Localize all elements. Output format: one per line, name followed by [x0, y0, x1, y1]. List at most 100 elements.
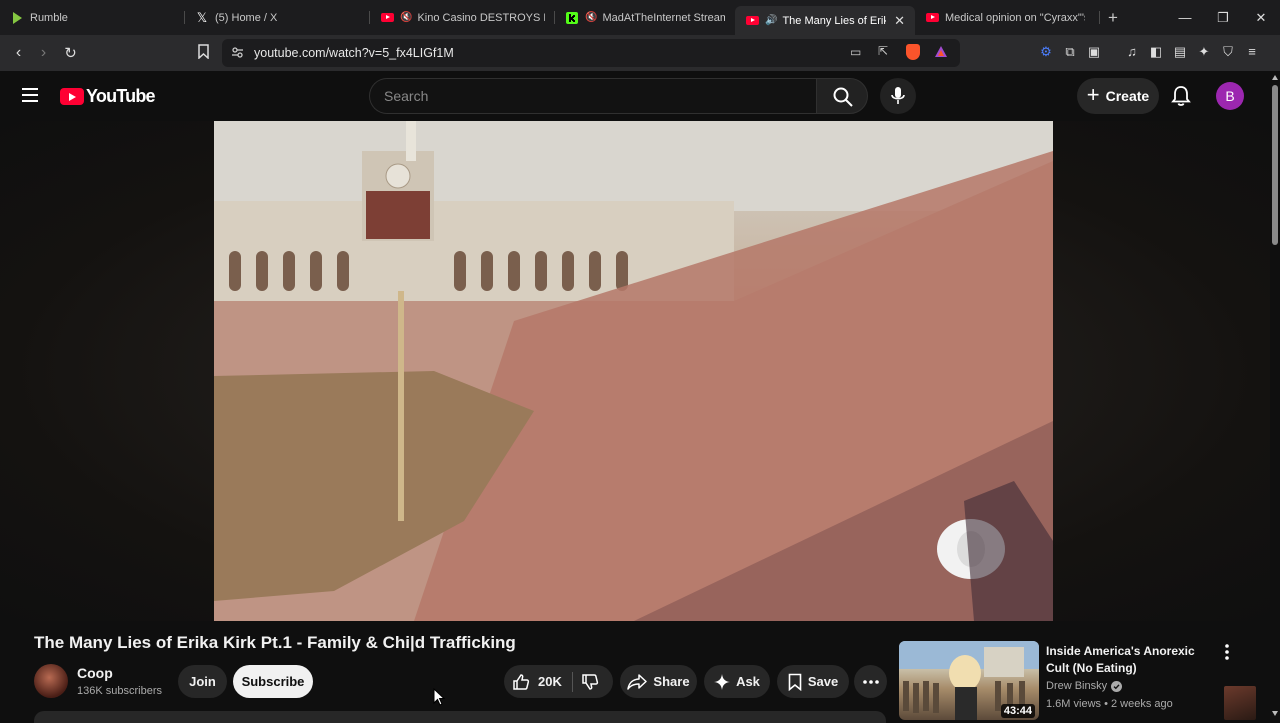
new-tab-button[interactable]: + — [1108, 8, 1118, 28]
tab-rumble[interactable]: Rumble — [0, 0, 185, 35]
thumbs-down-icon — [582, 673, 598, 690]
more-actions-button[interactable] — [854, 665, 887, 698]
video-frame[interactable] — [214, 121, 1053, 621]
sparkle-icon — [714, 673, 731, 690]
tab-kino-casino[interactable]: 🔇 Kino Casino DESTROYS DSP — [370, 0, 555, 35]
wallet-icon[interactable]: ▤ — [1168, 44, 1192, 60]
description-box[interactable] — [34, 711, 886, 723]
share-page-icon[interactable]: ⇱ — [878, 44, 888, 58]
like-count: 20K — [538, 674, 562, 689]
back-icon[interactable]: ‹ — [6, 44, 31, 62]
url-text: youtube.com/watch?v=5_fx4LIGf1M — [254, 46, 454, 60]
notifications-bell-icon[interactable] — [1170, 85, 1192, 107]
minimize-icon[interactable]: — — [1166, 10, 1204, 25]
leo-ai-icon[interactable]: ✦ — [1192, 44, 1216, 60]
ask-label: Ask — [736, 674, 760, 689]
window-controls: — ❐ ✕ — [1166, 0, 1280, 35]
youtube-icon — [745, 14, 759, 28]
close-tab-icon[interactable]: ✕ — [894, 13, 905, 29]
logo-text: YouTube — [86, 86, 156, 106]
youtube-play-icon — [60, 88, 84, 105]
tab-label: Rumble — [30, 11, 68, 24]
recommended-video-thumbnail[interactable]: 43:44 — [899, 641, 1039, 720]
channel-avatar[interactable] — [34, 664, 68, 698]
cast-icon[interactable]: ▭ — [850, 45, 861, 59]
speaker-icon[interactable]: 🔊 — [765, 15, 777, 26]
vpn-shield-icon[interactable]: ⛉ — [1216, 44, 1240, 60]
search-box — [369, 78, 816, 114]
recommended-video-channel[interactable]: Drew Binsky — [1046, 680, 1123, 692]
scrollbar-thumb[interactable] — [1272, 85, 1278, 245]
channel-name[interactable]: Coop — [77, 665, 113, 681]
join-button[interactable]: Join — [178, 665, 227, 698]
browser-toolbar: ‹ › ↻ youtube.com/watch?v=5_fx4LIGf1M ▭ … — [0, 35, 1280, 71]
subscribe-label: Subscribe — [241, 674, 305, 689]
muted-speaker-icon[interactable]: 🔇 — [585, 12, 597, 23]
page-scrollbar[interactable] — [1270, 71, 1280, 720]
reload-icon[interactable]: ↻ — [58, 44, 83, 62]
browser-menu-icon[interactable]: ≡ — [1240, 44, 1264, 60]
avatar-letter: B — [1225, 88, 1235, 104]
hamburger-menu-icon[interactable] — [22, 88, 38, 102]
more-horizontal-icon — [862, 679, 879, 684]
recommended-video-title[interactable]: Inside America's Anorexic Cult (No Eatin… — [1046, 643, 1216, 677]
save-label: Save — [807, 674, 839, 689]
microphone-icon — [891, 87, 905, 104]
channel-watermark-avatar[interactable] — [1224, 686, 1256, 720]
browser-tab-strip: Rumble 𝕏 (5) Home / X 🔇 Kino Casino DEST… — [0, 0, 1280, 35]
vpn-icon[interactable]: ⚙ — [1034, 44, 1058, 60]
join-label: Join — [189, 674, 216, 689]
dislike-button[interactable] — [581, 673, 599, 691]
youtube-icon — [380, 11, 394, 25]
ask-button[interactable]: Ask — [704, 665, 770, 698]
mouse-cursor-icon — [433, 688, 445, 706]
channel-subscriber-count: 136K subscribers — [77, 685, 162, 697]
tab-medical-opinion[interactable]: Medical opinion on "Cyraxx"'s m — [915, 0, 1100, 35]
media-icon[interactable]: ♫ — [1120, 44, 1144, 60]
restore-icon[interactable]: ❐ — [1204, 10, 1242, 26]
video-stadium-image — [214, 121, 1053, 621]
like-button[interactable]: 20K — [512, 673, 562, 691]
tab-many-lies-active[interactable]: 🔊 The Many Lies of Erika K ✕ — [735, 6, 915, 35]
share-button[interactable]: Share — [620, 665, 697, 698]
subscribe-button[interactable]: Subscribe — [233, 665, 313, 698]
thumbs-up-icon — [513, 673, 530, 690]
rumble-icon — [10, 11, 24, 25]
search-input[interactable] — [384, 88, 784, 104]
share-label: Share — [653, 674, 690, 689]
kick-icon — [565, 11, 579, 25]
search-button[interactable] — [816, 78, 868, 114]
bookmark-save-icon — [788, 673, 802, 691]
address-bar[interactable]: youtube.com/watch?v=5_fx4LIGf1M ▭ ⇱ — [222, 39, 960, 67]
forward-icon[interactable]: › — [31, 44, 56, 62]
verified-check-icon — [1111, 680, 1123, 692]
scroll-up-arrow-icon[interactable] — [1272, 75, 1278, 80]
create-label: Create — [1105, 88, 1150, 104]
youtube-logo[interactable]: YouTube — [60, 86, 156, 107]
recommended-video-meta: 1.6M views • 2 weeks ago — [1046, 698, 1173, 710]
tab-x-home[interactable]: 𝕏 (5) Home / X — [185, 0, 370, 35]
youtube-icon — [925, 11, 939, 25]
tab-label: Medical opinion on "Cyraxx"'s m — [945, 11, 1085, 24]
create-button[interactable]: + Create — [1077, 78, 1159, 114]
bookmark-icon[interactable] — [191, 44, 216, 62]
site-info-icon[interactable] — [231, 46, 244, 59]
account-avatar[interactable]: B — [1216, 82, 1244, 110]
more-vertical-icon[interactable] — [1220, 643, 1234, 661]
channel-name-label: Drew Binsky — [1046, 680, 1108, 692]
voice-search-button[interactable] — [880, 78, 916, 114]
brave-rewards-icon[interactable] — [934, 45, 948, 63]
x-icon: 𝕏 — [196, 9, 208, 25]
video-duration: 43:44 — [1000, 704, 1035, 718]
screenshot-icon[interactable]: ▣ — [1082, 44, 1106, 60]
extensions-icon[interactable]: ⧉ — [1058, 44, 1082, 60]
sidebar-icon[interactable]: ◧ — [1144, 44, 1168, 60]
scroll-down-arrow-icon[interactable] — [1272, 711, 1278, 716]
save-button[interactable]: Save — [777, 665, 849, 698]
video-player[interactable] — [0, 121, 1270, 720]
brave-shields-icon[interactable] — [906, 44, 920, 60]
muted-speaker-icon[interactable]: 🔇 — [400, 12, 412, 23]
tab-madattheinternet[interactable]: 🔇 MadAtTheInternet Stream - — [555, 0, 735, 35]
close-window-icon[interactable]: ✕ — [1242, 10, 1280, 26]
like-dislike-bar: 20K — [504, 665, 613, 698]
